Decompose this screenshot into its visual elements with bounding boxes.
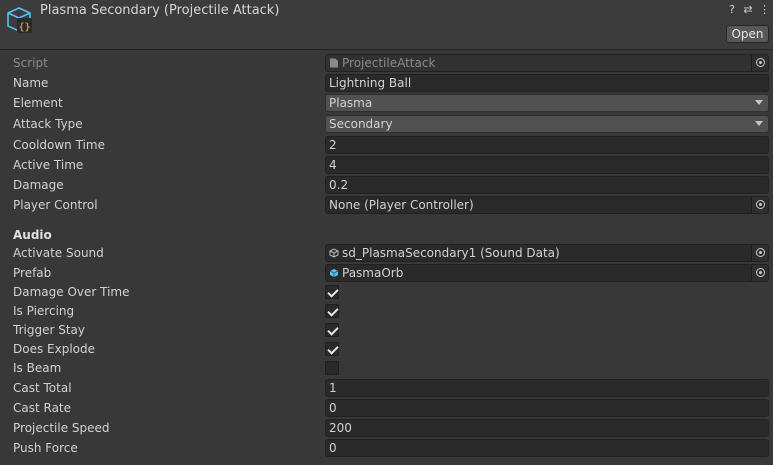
activate-sound-value: sd_PlasmaSecondary1 (Sound Data) xyxy=(342,246,560,260)
is-beam-checkbox[interactable] xyxy=(325,361,339,375)
push-force-input[interactable]: 0 xyxy=(325,439,769,457)
is-piercing-checkbox[interactable] xyxy=(325,304,339,318)
cast-rate-input[interactable]: 0 xyxy=(325,399,769,417)
prefab-label: Prefab xyxy=(13,266,52,280)
name-row: Name Lightning Ball xyxy=(0,73,773,93)
cooldown-time-input[interactable]: 2 xyxy=(325,136,769,154)
prefab-value: PasmaOrb xyxy=(342,266,404,280)
player-control-field[interactable]: None (Player Controller) xyxy=(325,196,769,214)
name-label: Name xyxy=(13,76,49,90)
push-force-label: Push Force xyxy=(13,441,78,455)
chevron-down-icon xyxy=(755,121,763,126)
object-picker-icon[interactable] xyxy=(751,265,768,281)
damage-over-time-checkbox[interactable] xyxy=(325,285,339,299)
open-button[interactable]: Open xyxy=(726,25,769,43)
activate-sound-label: Activate Sound xyxy=(13,246,104,260)
script-field[interactable]: ProjectileAttack xyxy=(325,54,769,72)
is-beam-label: Is Beam xyxy=(13,361,62,375)
context-menu-icon[interactable]: ⋮ xyxy=(759,3,770,16)
damage-over-time-row: Damage Over Time xyxy=(0,282,773,302)
help-icon[interactable]: ? xyxy=(727,3,737,16)
cast-total-input[interactable]: 1 xyxy=(325,379,769,397)
cast-rate-label: Cast Rate xyxy=(13,401,72,415)
activate-sound-field[interactable]: sd_PlasmaSecondary1 (Sound Data) xyxy=(325,244,769,262)
damage-input[interactable]: 0.2 xyxy=(325,176,769,194)
attack-type-label: Attack Type xyxy=(13,117,83,131)
active-time-row: Active Time 4 xyxy=(0,155,773,175)
script-file-icon xyxy=(330,58,338,68)
presets-icon[interactable]: ⇄ xyxy=(743,3,753,16)
cooldown-time-row: Cooldown Time 2 xyxy=(0,135,773,155)
cast-total-label: Cast Total xyxy=(13,381,72,395)
attack-type-value: Secondary xyxy=(329,117,393,131)
damage-label: Damage xyxy=(13,178,64,192)
does-explode-checkbox[interactable] xyxy=(325,342,339,356)
attack-type-row: Attack Type Secondary xyxy=(0,114,773,134)
inspector-title: Plasma Secondary (Projectile Attack) xyxy=(40,3,280,18)
scriptable-object-icon: {} xyxy=(7,7,32,33)
script-value: ProjectileAttack xyxy=(342,56,436,70)
player-control-value: None (Player Controller) xyxy=(329,198,474,212)
element-row: Element Plasma xyxy=(0,93,773,113)
prefab-icon xyxy=(329,269,339,277)
player-control-row: Player Control None (Player Controller) xyxy=(0,195,773,215)
is-piercing-row: Is Piercing xyxy=(0,301,773,321)
inspector-header: {} Plasma Secondary (Projectile Attack) … xyxy=(0,0,773,50)
cooldown-time-label: Cooldown Time xyxy=(13,138,105,152)
does-explode-row: Does Explode xyxy=(0,339,773,359)
player-control-label: Player Control xyxy=(13,198,98,212)
does-explode-label: Does Explode xyxy=(13,342,96,356)
is-beam-row: Is Beam xyxy=(0,358,773,378)
object-picker-icon[interactable] xyxy=(751,55,768,71)
projectile-speed-row: Projectile Speed 200 xyxy=(0,418,773,438)
cast-total-row: Cast Total 1 xyxy=(0,378,773,398)
trigger-stay-label: Trigger Stay xyxy=(13,323,85,337)
trigger-stay-row: Trigger Stay xyxy=(0,320,773,340)
element-label: Element xyxy=(13,96,63,110)
trigger-stay-checkbox[interactable] xyxy=(325,323,339,337)
element-value: Plasma xyxy=(329,96,373,110)
svg-text:{}: {} xyxy=(18,22,30,33)
script-row: Script ProjectileAttack xyxy=(0,53,773,73)
prefab-field[interactable]: PasmaOrb xyxy=(325,264,769,282)
name-input[interactable]: Lightning Ball xyxy=(325,74,769,92)
is-piercing-label: Is Piercing xyxy=(13,304,75,318)
damage-row: Damage 0.2 xyxy=(0,175,773,195)
object-picker-icon[interactable] xyxy=(751,197,768,213)
cast-rate-row: Cast Rate 0 xyxy=(0,398,773,418)
scriptable-object-small-icon xyxy=(329,248,339,258)
projectile-speed-label: Projectile Speed xyxy=(13,421,110,435)
element-dropdown[interactable]: Plasma xyxy=(325,94,769,112)
attack-type-dropdown[interactable]: Secondary xyxy=(325,115,769,133)
object-picker-icon[interactable] xyxy=(751,245,768,261)
script-label: Script xyxy=(13,56,48,70)
active-time-input[interactable]: 4 xyxy=(325,156,769,174)
chevron-down-icon xyxy=(755,100,763,105)
audio-section-header: Audio xyxy=(13,228,52,242)
projectile-speed-input[interactable]: 200 xyxy=(325,419,769,437)
push-force-row: Push Force 0 xyxy=(0,438,773,458)
prefab-row: Prefab PasmaOrb xyxy=(0,263,773,283)
damage-over-time-label: Damage Over Time xyxy=(13,285,130,299)
activate-sound-row: Activate Sound sd_PlasmaSecondary1 (Soun… xyxy=(0,243,773,263)
active-time-label: Active Time xyxy=(13,158,84,172)
